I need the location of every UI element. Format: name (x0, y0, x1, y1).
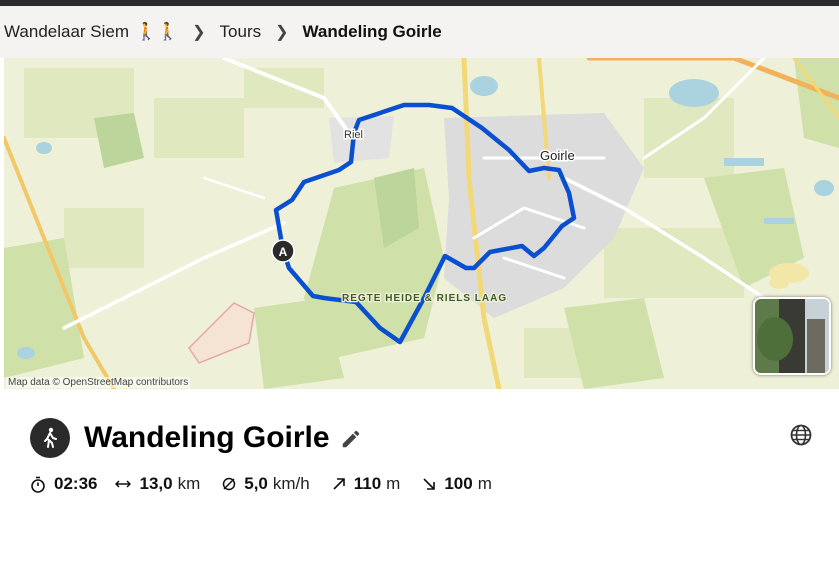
stat-descent: 100 m (422, 474, 492, 494)
stat-speed: 5,0 km/h (222, 474, 310, 494)
start-marker-label: A (279, 245, 288, 259)
route-map[interactable]: A Goirle Riel REGTE HEIDE & RIELS LAAG M… (4, 58, 839, 389)
stat-distance-unit: km (177, 474, 201, 493)
stat-speed-unit: km/h (272, 474, 310, 493)
breadcrumb-home-label: Wandelaar Siem (4, 22, 130, 41)
horizontal-arrows-icon (115, 478, 132, 490)
pencil-edit-icon[interactable] (340, 428, 362, 455)
stat-speed-value: 5,0 (244, 474, 268, 493)
hiking-icon (30, 418, 70, 458)
tour-header: Wandeling Goirle (30, 418, 362, 458)
stat-ascent-value: 110 (353, 474, 382, 493)
stat-ascent: 110 m (332, 474, 401, 494)
walker-emoji: 🚶🚶 (135, 22, 179, 41)
photo-thumbnail[interactable] (753, 297, 831, 375)
breadcrumb-home[interactable]: Wandelaar Siem 🚶🚶 (4, 22, 178, 42)
stat-duration: 02:36 (30, 474, 97, 494)
map-label-village: Riel (344, 129, 363, 141)
tour-stats: 02:36 13,0 km 5,0 km/h 110 m 100 m (30, 474, 514, 494)
map-label-nature-area: REGTE HEIDE & RIELS LAAG (342, 293, 507, 304)
chevron-right-icon: ❯ (275, 24, 289, 41)
stat-descent-unit: m (477, 474, 492, 493)
globe-icon[interactable] (789, 423, 813, 452)
photo-image (755, 299, 829, 373)
map-canvas[interactable]: A Goirle Riel REGTE HEIDE & RIELS LAAG (4, 58, 839, 389)
arrow-down-right-icon (422, 477, 436, 491)
stat-duration-value: 02:36 (54, 474, 98, 493)
average-icon (222, 477, 236, 491)
map-attribution[interactable]: Map data © OpenStreetMap contributors (6, 377, 191, 388)
breadcrumb-tours[interactable]: Tours (220, 22, 262, 42)
stat-descent-value: 100 (444, 474, 473, 493)
breadcrumb-current: Wandeling Goirle (302, 22, 442, 41)
breadcrumb: Wandelaar Siem 🚶🚶 ❯ Tours ❯ Wandeling Go… (0, 6, 839, 58)
start-marker[interactable]: A (271, 239, 295, 263)
arrow-up-right-icon (332, 477, 346, 491)
stat-distance-value: 13,0 (139, 474, 173, 493)
chevron-right-icon: ❯ (192, 24, 206, 41)
stat-distance: 13,0 km (115, 474, 200, 494)
tour-title: Wandeling Goirle (84, 421, 330, 454)
stat-ascent-unit: m (386, 474, 401, 493)
stopwatch-icon (30, 476, 46, 493)
map-label-town: Goirle (540, 148, 575, 163)
